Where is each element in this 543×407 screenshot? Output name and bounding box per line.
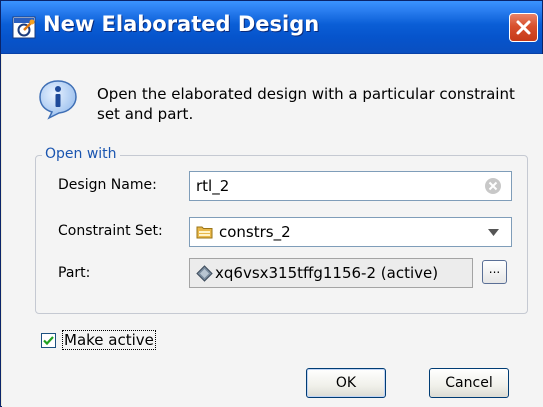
design-name-label: Design Name: xyxy=(58,177,157,193)
dropdown-arrow-icon[interactable] xyxy=(488,229,499,236)
cancel-button[interactable]: Cancel xyxy=(429,368,509,398)
clear-field-icon[interactable] xyxy=(484,177,502,195)
constraint-set-dropdown[interactable]: constrs_2 xyxy=(189,217,512,247)
constraint-set-label: Constraint Set: xyxy=(58,223,163,239)
info-icon xyxy=(39,80,77,120)
open-with-legend: Open with xyxy=(42,146,120,162)
vivado-app-icon xyxy=(12,16,36,39)
make-active-checkbox[interactable] xyxy=(41,333,56,348)
dialog-content: Open the elaborated design with a partic… xyxy=(2,54,543,407)
dialog-title: New Elaborated Design xyxy=(43,12,320,36)
close-icon xyxy=(516,20,531,35)
checkmark-icon xyxy=(43,336,54,346)
close-button[interactable] xyxy=(509,13,538,42)
design-name-input[interactable] xyxy=(196,176,476,196)
folder-icon xyxy=(196,226,213,239)
title-bar[interactable]: New Elaborated Design xyxy=(1,1,542,54)
dialog-window: New Elaborated Design Open the elaborate… xyxy=(0,0,543,407)
chip-icon xyxy=(196,265,213,282)
part-value: xq6vsx315tffg1156-2 (active) xyxy=(215,264,439,282)
part-browse-button[interactable]: ... xyxy=(482,260,507,284)
ok-button[interactable]: OK xyxy=(306,368,386,398)
constraint-set-value: constrs_2 xyxy=(219,223,291,241)
part-label: Part: xyxy=(58,265,91,281)
part-field: xq6vsx315tffg1156-2 (active) xyxy=(189,258,473,288)
make-active-label[interactable]: Make active xyxy=(62,330,156,350)
info-message: Open the elaborated design with a partic… xyxy=(97,85,515,123)
design-name-field[interactable] xyxy=(189,171,512,201)
